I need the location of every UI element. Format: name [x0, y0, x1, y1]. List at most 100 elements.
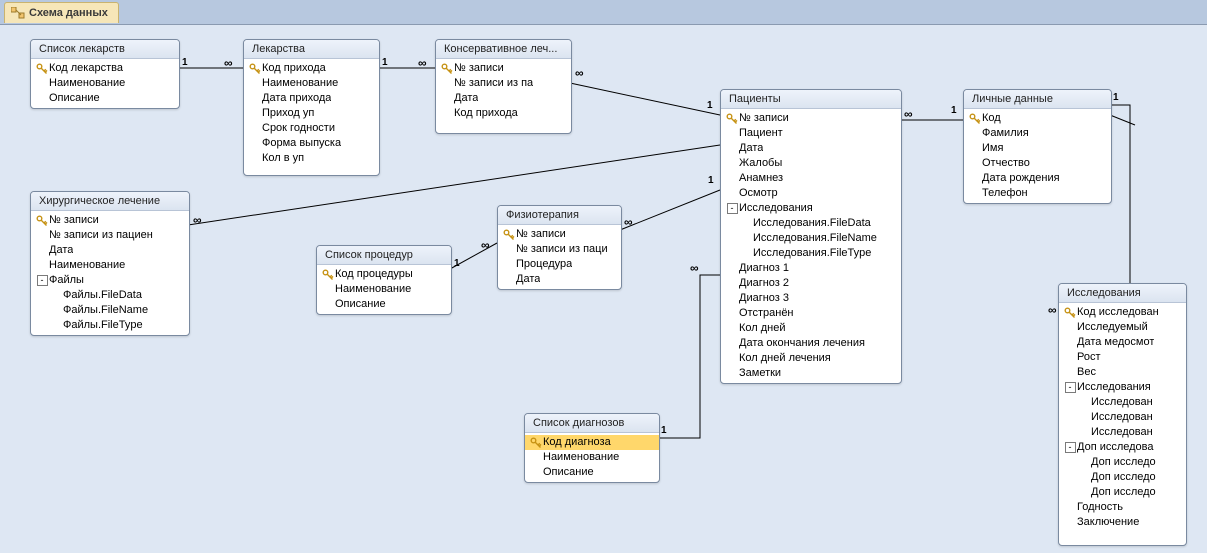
- field-row[interactable]: Пациент: [721, 126, 901, 141]
- table-title[interactable]: Список процедур: [317, 246, 451, 265]
- field-row[interactable]: Кол дней: [721, 321, 901, 336]
- field-row[interactable]: Код лекарства: [31, 61, 179, 76]
- field-row[interactable]: Дата: [31, 243, 189, 258]
- field-list[interactable]: Код исследованИсследуемыйДата медосмотРо…: [1059, 303, 1186, 545]
- expand-toggle[interactable]: -: [1063, 442, 1077, 453]
- field-row[interactable]: Отстранён: [721, 306, 901, 321]
- field-row[interactable]: Исследован: [1059, 410, 1186, 425]
- field-row[interactable]: Анамнез: [721, 171, 901, 186]
- table-drug-list[interactable]: Список лекарств Код лекарстваНаименовани…: [30, 39, 180, 109]
- field-row[interactable]: № записи: [31, 213, 189, 228]
- field-row[interactable]: № записи: [721, 111, 901, 126]
- field-row[interactable]: Диагноз 1: [721, 261, 901, 276]
- field-row[interactable]: Заключение: [1059, 515, 1186, 530]
- field-row[interactable]: Отчество: [964, 156, 1111, 171]
- field-row[interactable]: Доп исследо: [1059, 485, 1186, 500]
- table-title[interactable]: Лекарства: [244, 40, 379, 59]
- field-row[interactable]: Файлы.FileName: [31, 303, 189, 318]
- field-row[interactable]: Наименование: [525, 450, 659, 465]
- field-row[interactable]: Срок годности: [244, 121, 379, 136]
- field-row[interactable]: № записи из пациен: [31, 228, 189, 243]
- field-row[interactable]: Наименование: [31, 258, 189, 273]
- field-row[interactable]: Кол в уп: [244, 151, 379, 166]
- field-list[interactable]: Код приходаНаименованиеДата приходаПрихо…: [244, 59, 379, 175]
- table-title[interactable]: Консервативное леч...: [436, 40, 571, 59]
- table-personal-data[interactable]: Личные данные КодФамилияИмяОтчествоДата …: [963, 89, 1112, 204]
- field-row[interactable]: Процедура: [498, 257, 621, 272]
- field-row[interactable]: Исследуемый: [1059, 320, 1186, 335]
- field-row[interactable]: Жалобы: [721, 156, 901, 171]
- field-row[interactable]: Доп исследо: [1059, 470, 1186, 485]
- tab-schema[interactable]: Схема данных: [4, 2, 119, 23]
- field-row[interactable]: Наименование: [317, 282, 451, 297]
- table-procedure-list[interactable]: Список процедур Код процедурыНаименовани…: [316, 245, 452, 315]
- field-row[interactable]: Файлы.FileType: [31, 318, 189, 333]
- table-patients[interactable]: Пациенты № записиПациентДатаЖалобыАнамне…: [720, 89, 902, 384]
- field-list[interactable]: № записи№ записи из паДатаКод прихода: [436, 59, 571, 133]
- field-row[interactable]: Исследования.FileType: [721, 246, 901, 261]
- expand-toggle[interactable]: -: [725, 203, 739, 214]
- field-row[interactable]: Описание: [525, 465, 659, 480]
- field-row[interactable]: Код прихода: [436, 106, 571, 121]
- field-row[interactable]: Диагноз 3: [721, 291, 901, 306]
- table-title[interactable]: Список диагнозов: [525, 414, 659, 433]
- field-row[interactable]: Исследования.FileData: [721, 216, 901, 231]
- field-row[interactable]: Описание: [317, 297, 451, 312]
- field-row[interactable]: № записи из паци: [498, 242, 621, 257]
- field-row[interactable]: Код процедуры: [317, 267, 451, 282]
- table-title[interactable]: Хирургическое лечение: [31, 192, 189, 211]
- table-conservative-treatment[interactable]: Консервативное леч... № записи№ записи и…: [435, 39, 572, 134]
- field-row[interactable]: Диагноз 2: [721, 276, 901, 291]
- field-row[interactable]: Приход уп: [244, 106, 379, 121]
- field-row[interactable]: Дата прихода: [244, 91, 379, 106]
- field-row[interactable]: Файлы.FileData: [31, 288, 189, 303]
- table-title[interactable]: Пациенты: [721, 90, 901, 109]
- table-title[interactable]: Список лекарств: [31, 40, 179, 59]
- expand-toggle[interactable]: -: [1063, 382, 1077, 393]
- field-row[interactable]: Годность: [1059, 500, 1186, 515]
- field-row[interactable]: Рост: [1059, 350, 1186, 365]
- field-row[interactable]: -Исследования: [721, 201, 901, 216]
- table-drugs[interactable]: Лекарства Код приходаНаименованиеДата пр…: [243, 39, 380, 176]
- field-row[interactable]: Вес: [1059, 365, 1186, 380]
- field-row[interactable]: Дата: [498, 272, 621, 287]
- field-row[interactable]: Дата рождения: [964, 171, 1111, 186]
- table-title[interactable]: Физиотерапия: [498, 206, 621, 225]
- field-row[interactable]: Код диагноза: [525, 435, 659, 450]
- field-row[interactable]: Описание: [31, 91, 179, 106]
- table-diagnosis-list[interactable]: Список диагнозов Код диагнозаНаименовани…: [524, 413, 660, 483]
- field-row[interactable]: Дата окончания лечения: [721, 336, 901, 351]
- field-row[interactable]: Форма выпуска: [244, 136, 379, 151]
- table-title[interactable]: Личные данные: [964, 90, 1111, 109]
- field-row[interactable]: Дата: [436, 91, 571, 106]
- table-research[interactable]: Исследования Код исследованИсследуемыйДа…: [1058, 283, 1187, 546]
- field-row[interactable]: -Файлы: [31, 273, 189, 288]
- field-row[interactable]: Исследован: [1059, 395, 1186, 410]
- field-row[interactable]: Код прихода: [244, 61, 379, 76]
- table-title[interactable]: Исследования: [1059, 284, 1186, 303]
- field-row[interactable]: Наименование: [31, 76, 179, 91]
- field-row[interactable]: Имя: [964, 141, 1111, 156]
- field-row[interactable]: -Доп исследова: [1059, 440, 1186, 455]
- table-surgical-treatment[interactable]: Хирургическое лечение № записи№ записи и…: [30, 191, 190, 336]
- field-row[interactable]: № записи из па: [436, 76, 571, 91]
- relationships-canvas[interactable]: 1 ∞ 1 ∞ ∞ 1 ∞ 1 ∞ ∞ 1 1 ∞ ∞ 1 1 ∞ Список…: [0, 25, 1207, 553]
- field-row[interactable]: -Исследования: [1059, 380, 1186, 395]
- field-row[interactable]: Наименование: [244, 76, 379, 91]
- field-row[interactable]: Исследован: [1059, 425, 1186, 440]
- field-row[interactable]: Код: [964, 111, 1111, 126]
- table-physiotherapy[interactable]: Физиотерапия № записи№ записи из пациПро…: [497, 205, 622, 290]
- field-row[interactable]: Осмотр: [721, 186, 901, 201]
- field-row[interactable]: Дата: [721, 141, 901, 156]
- expand-toggle[interactable]: -: [35, 275, 49, 286]
- field-row[interactable]: Телефон: [964, 186, 1111, 201]
- field-row[interactable]: Кол дней лечения: [721, 351, 901, 366]
- field-row[interactable]: Доп исследо: [1059, 455, 1186, 470]
- field-row[interactable]: Заметки: [721, 366, 901, 381]
- field-row[interactable]: Исследования.FileName: [721, 231, 901, 246]
- field-row[interactable]: Код исследован: [1059, 305, 1186, 320]
- field-row[interactable]: Фамилия: [964, 126, 1111, 141]
- field-row[interactable]: № записи: [436, 61, 571, 76]
- field-row[interactable]: Дата медосмот: [1059, 335, 1186, 350]
- field-row[interactable]: № записи: [498, 227, 621, 242]
